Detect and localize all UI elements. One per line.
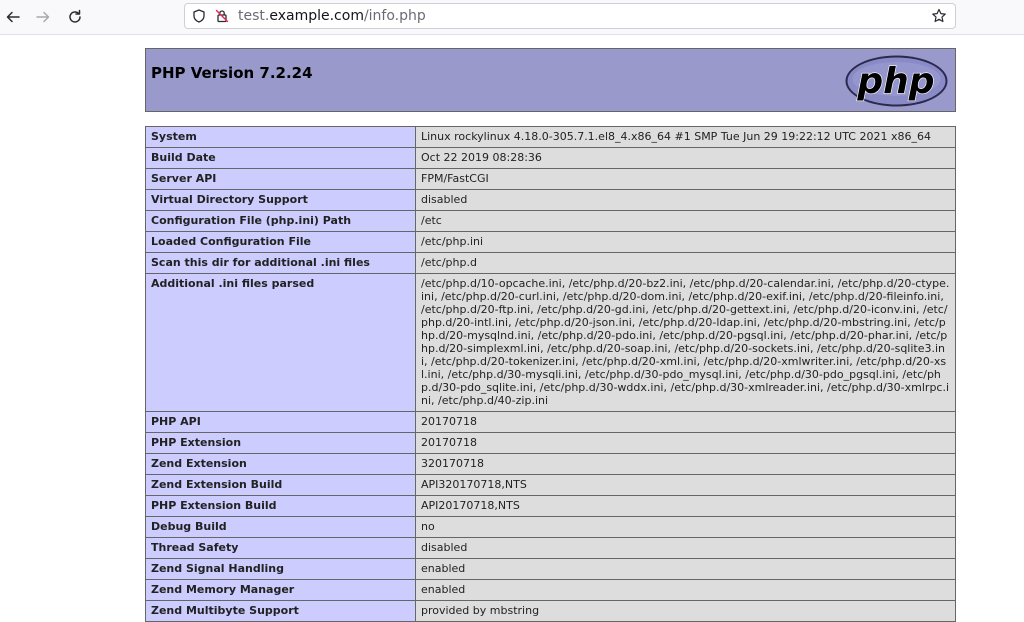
- row-value: disabled: [415, 189, 956, 211]
- insecure-lock-icon[interactable]: [214, 8, 230, 24]
- row-value: 20170718: [415, 432, 956, 454]
- row-label: PHP Extension: [145, 432, 416, 454]
- table-row: Additional .ini files parsed/etc/php.d/1…: [145, 273, 956, 412]
- row-value: 20170718: [415, 411, 956, 433]
- table-row: Server API FPM/FastCGI: [145, 168, 956, 190]
- table-row: PHP Extension Build API20170718,NTS: [145, 495, 956, 517]
- row-value: no: [415, 516, 956, 538]
- table-row: Zend Extension 320170718: [145, 453, 956, 475]
- forward-arrow-icon: [36, 11, 50, 23]
- address-bar[interactable]: test.example.com/info.php: [184, 3, 956, 29]
- row-value: disabled: [415, 537, 956, 559]
- php-logo[interactable]: php: [844, 54, 949, 108]
- table-row: Thread Safety disabled: [145, 537, 956, 559]
- row-label: Zend Extension: [145, 453, 416, 475]
- row-value: API320170718,NTS: [415, 474, 956, 496]
- table-row: PHP API 20170718: [145, 411, 956, 433]
- table-row: Debug Build no: [145, 516, 956, 538]
- row-value: /etc/php.d/10-opcache.ini, /etc/php.d/20…: [415, 273, 956, 412]
- url-prefix: test.: [238, 8, 270, 24]
- row-label: Virtual Directory Support: [145, 189, 416, 211]
- table-row: Build Date Oct 22 2019 08:28:36: [145, 147, 956, 169]
- row-label: Server API: [145, 168, 416, 190]
- browser-toolbar: test.example.com/info.php: [0, 0, 1024, 35]
- row-value: Linux rockylinux 4.18.0-305.7.1.el8_4.x8…: [415, 126, 956, 148]
- row-value: Oct 22 2019 08:28:36: [415, 147, 956, 169]
- reload-button[interactable]: [63, 5, 87, 29]
- url-host: example.com: [269, 8, 364, 24]
- row-value: /etc: [415, 210, 956, 232]
- row-label: PHP API: [145, 411, 416, 433]
- table-row: PHP Extension 20170718: [145, 432, 956, 454]
- table-row: Loaded Configuration File/etc/php.ini: [145, 231, 956, 253]
- phpinfo-content: PHP Version 7.2.24 php System Linux rocky…: [145, 48, 956, 622]
- row-label: PHP Extension Build: [145, 495, 416, 517]
- phpinfo-header: PHP Version 7.2.24 php: [145, 48, 956, 112]
- table-row: Zend Signal Handling enabled: [145, 558, 956, 580]
- info-table: System Linux rockylinux 4.18.0-305.7.1.el…: [145, 126, 956, 622]
- reload-icon: [69, 9, 81, 23]
- bookmark-star-icon[interactable]: [931, 8, 947, 24]
- row-label: Thread Safety: [145, 537, 416, 559]
- table-row: Zend Memory Manager enabled: [145, 579, 956, 601]
- row-label: Build Date: [145, 147, 416, 169]
- php-logo-text: php: [856, 61, 934, 102]
- row-label: Additional .ini files parsed: [145, 273, 416, 412]
- row-label: Loaded Configuration File: [145, 231, 416, 253]
- row-value: enabled: [415, 558, 956, 580]
- row-value: API20170718,NTS: [415, 495, 956, 517]
- row-label: Zend Extension Build: [145, 474, 416, 496]
- row-label: System: [145, 126, 416, 148]
- forward-button[interactable]: [31, 5, 55, 29]
- row-value: 320170718: [415, 453, 956, 475]
- url-text[interactable]: test.example.com/info.php: [238, 8, 426, 24]
- table-row: Configuration File (php.ini) Path/etc: [145, 210, 956, 232]
- shield-icon[interactable]: [191, 8, 207, 24]
- row-label: Configuration File (php.ini) Path: [145, 210, 416, 232]
- back-arrow-icon: [6, 11, 20, 23]
- row-value: FPM/FastCGI: [415, 168, 956, 190]
- row-value: /etc/php.d: [415, 252, 956, 274]
- table-row: Virtual Directory Support disabled: [145, 189, 956, 211]
- url-path: /info.php: [363, 8, 426, 24]
- row-label: Zend Multibyte Support: [145, 600, 416, 622]
- table-row: Zend Multibyte Support provided by mbstri…: [145, 600, 956, 622]
- table-row: System Linux rockylinux 4.18.0-305.7.1.el…: [145, 126, 956, 148]
- table-row: Zend Extension Build API320170718,NTS: [145, 474, 956, 496]
- row-label: Zend Signal Handling: [145, 558, 416, 580]
- row-value: provided by mbstring: [415, 600, 956, 622]
- table-row: Scan this dir for additional .ini files /…: [145, 252, 956, 274]
- row-label: Scan this dir for additional .ini files: [145, 252, 416, 274]
- row-label: Zend Memory Manager: [145, 579, 416, 601]
- page-title: PHP Version 7.2.24: [151, 64, 313, 82]
- row-value: /etc/php.ini: [415, 231, 956, 253]
- row-label: Debug Build: [145, 516, 416, 538]
- row-value: enabled: [415, 579, 956, 601]
- back-button[interactable]: [1, 5, 25, 29]
